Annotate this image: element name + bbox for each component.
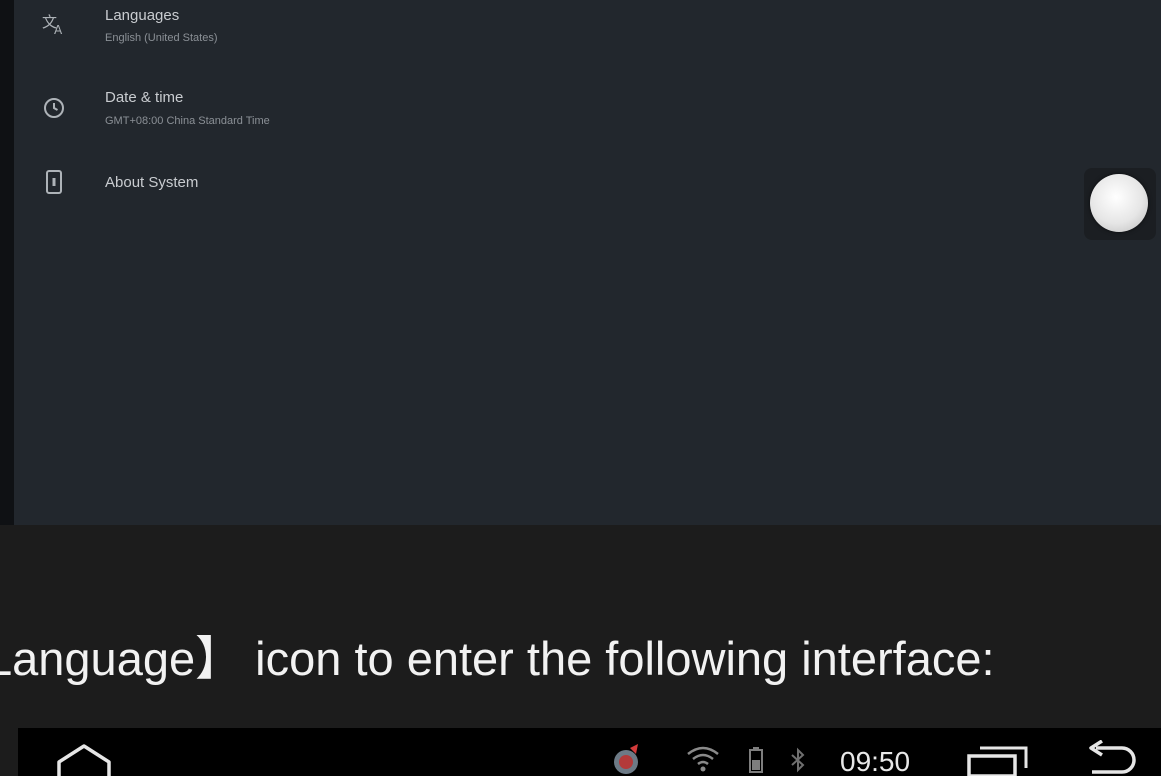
settings-list: 文 A Languages English (United States) Da…	[14, 0, 1161, 525]
instruction-caption: Language】 icon to enter the following in…	[0, 632, 995, 685]
phone-info-icon	[40, 168, 68, 196]
setting-item-languages[interactable]: 文 A Languages English (United States)	[14, 0, 914, 60]
bluetooth-icon	[788, 746, 808, 776]
home-icon[interactable]	[56, 742, 112, 776]
assistive-touch-ball	[1090, 174, 1148, 232]
svg-text:A: A	[54, 23, 63, 36]
setting-subtitle: English (United States)	[105, 32, 218, 44]
setting-item-date-time[interactable]: Date & time GMT+08:00 China Standard Tim…	[14, 82, 914, 142]
back-icon[interactable]	[1082, 740, 1142, 776]
setting-title: Date & time	[105, 89, 184, 106]
settings-screenshot: 文 A Languages English (United States) Da…	[0, 0, 1161, 525]
app-badge-icon[interactable]	[610, 742, 644, 776]
setting-item-about-system[interactable]: About System	[14, 166, 914, 226]
recent-apps-icon[interactable]	[966, 744, 1030, 776]
battery-icon	[746, 746, 766, 776]
page: 文 A Languages English (United States) Da…	[0, 0, 1161, 776]
status-clock: 09:50	[840, 746, 911, 776]
setting-title: About System	[105, 174, 199, 191]
assistive-touch-button[interactable]	[1084, 168, 1156, 240]
system-nav-bar: 09:50	[18, 728, 1161, 776]
clock-icon	[40, 94, 68, 122]
setting-subtitle: GMT+08:00 China Standard Time	[105, 115, 270, 127]
translate-icon: 文 A	[40, 10, 68, 38]
wifi-icon	[686, 744, 720, 774]
setting-title: Languages	[105, 7, 180, 24]
